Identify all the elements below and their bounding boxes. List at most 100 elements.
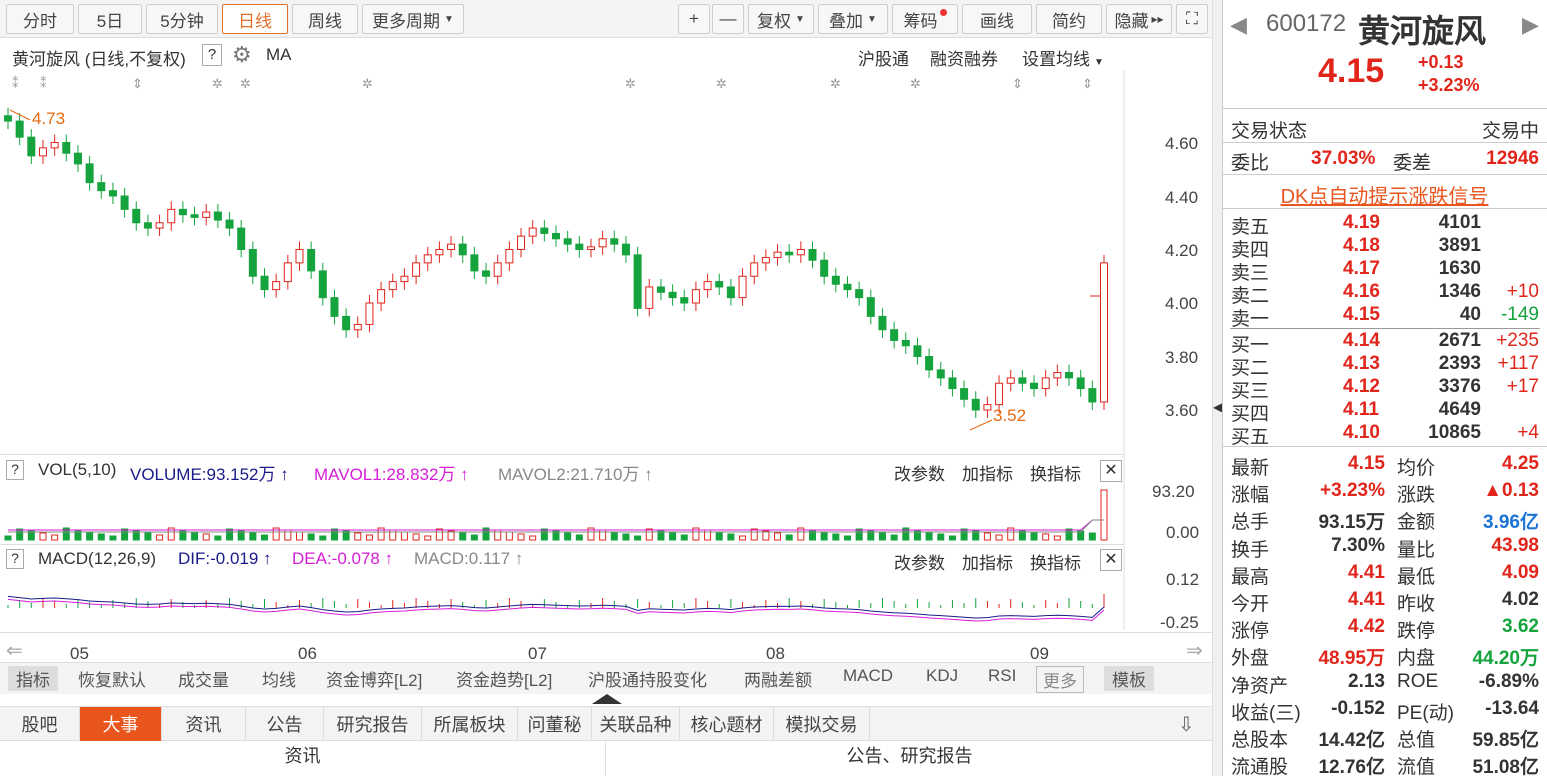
- period-tab-5day[interactable]: 5日: [78, 4, 142, 34]
- stat-label: 净资产: [1231, 675, 1289, 697]
- vol-close-icon[interactable]: ✕: [1100, 460, 1122, 482]
- event-marker-icon[interactable]: ✲: [716, 76, 727, 91]
- period-tab-timeshare[interactable]: 分时: [6, 4, 74, 34]
- ask-row[interactable]: 卖二 4.16 1346 +10: [1231, 281, 1539, 307]
- hide-button[interactable]: 隐藏 ▸▸: [1106, 4, 1172, 34]
- vol-switch-indicator[interactable]: 换指标: [1030, 460, 1081, 485]
- event-marker-icon[interactable]: ⇕: [1012, 76, 1023, 91]
- more-periods-dropdown[interactable]: 更多周期 ▼: [362, 4, 464, 34]
- indicator-fund-trend[interactable]: 资金趋势[L2]: [456, 666, 552, 691]
- adjust-dropdown[interactable]: 复权 ▼: [748, 4, 814, 34]
- prev-stock-icon[interactable]: ◀: [1230, 12, 1247, 38]
- candle-body: [925, 356, 934, 371]
- indicator-fund-game[interactable]: 资金博弈[L2]: [326, 666, 422, 691]
- info-tab[interactable]: 研究报告: [324, 707, 422, 741]
- help-icon[interactable]: ?: [202, 44, 222, 66]
- vol-edit-params[interactable]: 改参数: [894, 460, 945, 485]
- simple-button[interactable]: 简约: [1036, 4, 1102, 34]
- bid-row[interactable]: 买一 4.14 2671 +235: [1231, 330, 1539, 356]
- info-tab[interactable]: 所属板块: [422, 707, 518, 741]
- event-marker-icon[interactable]: ⇕: [132, 76, 143, 91]
- event-marker-icon[interactable]: ✲: [362, 76, 373, 91]
- stat-value: 44.20万: [1472, 648, 1539, 670]
- hsgt-link[interactable]: 沪股通: [858, 45, 909, 70]
- info-tab[interactable]: 核心题材: [680, 707, 774, 741]
- kline-chart[interactable]: ⁑ ⁑ ⇕ ✲ ✲ ✲ ✲ ✲ ✲ ✲ ⇕ ⇕ 4.60 4.40 4.20 4.00 3.80 3.60 4.…: [0, 70, 1212, 670]
- indicator-kdj[interactable]: KDJ: [926, 666, 958, 686]
- indicator-template[interactable]: 模板: [1104, 666, 1154, 691]
- vol-help-icon[interactable]: ?: [6, 460, 24, 480]
- ask-row[interactable]: 卖三 4.17 1630: [1231, 258, 1539, 284]
- indicator-margin-diff[interactable]: 两融差额: [744, 666, 812, 691]
- bid-row[interactable]: 买四 4.11 4649: [1231, 399, 1539, 425]
- event-marker-icon[interactable]: ⇕: [1082, 76, 1093, 91]
- period-tab-weekly[interactable]: 周线: [292, 4, 358, 34]
- info-tab[interactable]: 问董秘: [518, 707, 592, 741]
- stat-row: 涨停 4.42 跌停 3.62: [1231, 616, 1539, 642]
- indicator-rsi[interactable]: RSI: [988, 666, 1016, 686]
- dk-signal-link[interactable]: DK点自动提示涨跌信号: [1222, 180, 1547, 209]
- info-tab[interactable]: 大事: [80, 707, 162, 741]
- info-tab[interactable]: 模拟交易: [774, 707, 870, 741]
- fullscreen-icon[interactable]: ⛶: [1176, 4, 1208, 34]
- download-icon[interactable]: ⇩: [1178, 712, 1195, 737]
- macd-close-icon[interactable]: ✕: [1100, 549, 1122, 571]
- ask-row[interactable]: 卖一 4.15 40 -149: [1231, 304, 1539, 330]
- indicator-hsgt[interactable]: 沪股通持股变化: [588, 666, 707, 691]
- collapse-arrow-icon[interactable]: ◀: [1213, 400, 1222, 414]
- candle-body: [342, 315, 351, 331]
- chips-button[interactable]: 筹码: [892, 4, 958, 34]
- zoom-out-button[interactable]: —: [712, 4, 744, 34]
- indicator-volume[interactable]: 成交量: [178, 666, 229, 691]
- event-marker-icon[interactable]: ✲: [830, 76, 841, 91]
- event-marker-icon[interactable]: ✲: [625, 76, 636, 91]
- macd-add-indicator[interactable]: 加指标: [962, 549, 1013, 574]
- arrow-up-icon: ↑: [280, 465, 289, 484]
- indicator-restore[interactable]: 恢复默认: [78, 666, 146, 691]
- bid-row[interactable]: 买二 4.13 2393 +117: [1231, 353, 1539, 379]
- scroll-left-icon[interactable]: ⇐: [6, 638, 23, 663]
- scroll-right-icon[interactable]: ⇒: [1186, 638, 1203, 663]
- overlay-dropdown[interactable]: 叠加 ▼: [818, 4, 888, 34]
- event-marker-icon[interactable]: ⁑: [12, 76, 19, 91]
- margin-link[interactable]: 融资融券: [930, 45, 998, 70]
- event-marker-icon[interactable]: ⁑: [40, 76, 47, 91]
- zoom-in-button[interactable]: +: [678, 4, 710, 34]
- vol-add-indicator[interactable]: 加指标: [962, 460, 1013, 485]
- ma-label[interactable]: MA: [266, 45, 292, 65]
- panel-divider: [0, 454, 1124, 455]
- indicator-ma[interactable]: 均线: [262, 666, 296, 691]
- volume-bar: [226, 528, 234, 541]
- stat-value: 2.13: [1348, 670, 1385, 692]
- event-marker-icon[interactable]: ✲: [910, 76, 921, 91]
- indicator-tab[interactable]: 指标: [8, 666, 58, 691]
- indicator-more[interactable]: 更多: [1036, 666, 1084, 693]
- period-tab-5min[interactable]: 5分钟: [146, 4, 218, 34]
- bid-row[interactable]: 买五 4.10 10865 +4: [1231, 422, 1539, 448]
- indicator-macd[interactable]: MACD: [843, 666, 893, 686]
- gear-icon[interactable]: ⚙: [232, 42, 252, 68]
- event-markers[interactable]: ⁑ ⁑ ⇕ ✲ ✲ ✲ ✲ ✲ ✲ ✲ ⇕ ⇕: [12, 76, 1093, 91]
- event-marker-icon[interactable]: ✲: [240, 76, 251, 91]
- macd-switch-indicator[interactable]: 换指标: [1030, 549, 1081, 574]
- volume-bar: [330, 528, 338, 541]
- draw-button[interactable]: 画线: [962, 4, 1032, 34]
- ma-settings-dropdown[interactable]: 设置均线 ▼: [1022, 45, 1104, 70]
- event-marker-icon[interactable]: ✲: [212, 76, 223, 91]
- ask-row[interactable]: 卖五 4.19 4101: [1231, 212, 1539, 238]
- bid-row[interactable]: 买三 4.12 3376 +17: [1231, 376, 1539, 402]
- hide-label: 隐藏: [1114, 11, 1149, 31]
- panel-splitter[interactable]: [1212, 0, 1222, 776]
- macd-edit-params[interactable]: 改参数: [894, 549, 945, 574]
- info-tab[interactable]: 资讯: [162, 707, 246, 741]
- next-stock-icon[interactable]: ▶: [1522, 12, 1539, 38]
- ask-row[interactable]: 卖四 4.18 3891: [1231, 235, 1539, 261]
- info-tab[interactable]: 关联品种: [592, 707, 680, 741]
- period-tab-daily[interactable]: 日线: [222, 4, 288, 34]
- info-tab[interactable]: 股吧: [0, 707, 80, 741]
- macd-dea-value: DEA:-0.078: [292, 549, 380, 568]
- collapse-handle-icon[interactable]: [592, 694, 622, 704]
- info-tab[interactable]: 公告: [246, 707, 324, 741]
- ask-price: 4.17: [1343, 258, 1380, 279]
- macd-help-icon[interactable]: ?: [6, 549, 24, 569]
